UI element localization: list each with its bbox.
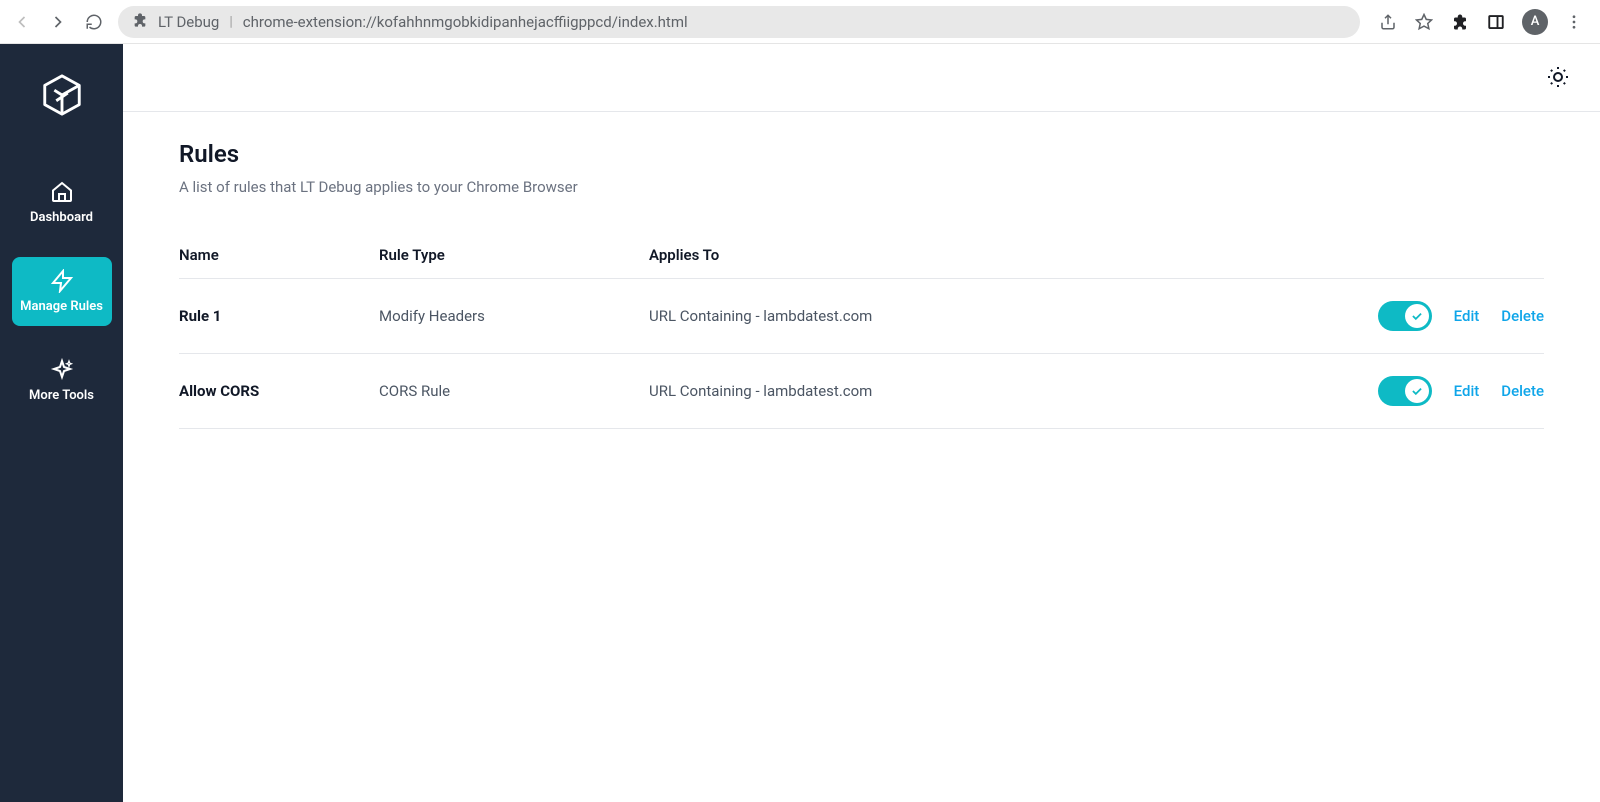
share-icon[interactable] bbox=[1378, 12, 1398, 32]
sidebar-item-more-tools[interactable]: More Tools bbox=[12, 346, 112, 415]
sidebar-item-dashboard[interactable]: Dashboard bbox=[12, 168, 112, 237]
table-row: Rule 1 Modify Headers URL Containing - l… bbox=[179, 279, 1544, 354]
sidebar-item-label: More Tools bbox=[29, 388, 94, 403]
delete-button[interactable]: Delete bbox=[1501, 382, 1544, 400]
check-icon bbox=[1405, 379, 1429, 403]
chrome-actions: A bbox=[1372, 9, 1590, 35]
sidebar-item-label: Dashboard bbox=[30, 210, 93, 225]
address-separator: | bbox=[229, 14, 232, 30]
menu-icon[interactable] bbox=[1564, 12, 1584, 32]
side-panel-icon[interactable] bbox=[1486, 12, 1506, 32]
main-area: Rules A list of rules that LT Debug appl… bbox=[123, 44, 1600, 802]
home-icon bbox=[50, 180, 74, 204]
col-name: Name bbox=[179, 246, 379, 264]
rule-applies: URL Containing - lambdatest.com bbox=[649, 382, 1334, 400]
browser-toolbar: LT Debug | chrome-extension://kofahhnmgo… bbox=[0, 0, 1600, 44]
table-row: Allow CORS CORS Rule URL Containing - la… bbox=[179, 354, 1544, 429]
avatar-initial: A bbox=[1531, 14, 1540, 29]
rule-toggle[interactable] bbox=[1378, 301, 1432, 331]
table-header: Name Rule Type Applies To bbox=[179, 246, 1544, 279]
sidebar-item-manage-rules[interactable]: Manage Rules bbox=[12, 257, 112, 326]
extensions-icon[interactable] bbox=[1450, 12, 1470, 32]
col-applies: Applies To bbox=[649, 246, 1334, 264]
rules-table: Name Rule Type Applies To Rule 1 Modify … bbox=[179, 246, 1544, 429]
edit-button[interactable]: Edit bbox=[1454, 307, 1480, 325]
rule-toggle[interactable] bbox=[1378, 376, 1432, 406]
sidebar-item-label: Manage Rules bbox=[20, 299, 103, 314]
delete-button[interactable]: Delete bbox=[1501, 307, 1544, 325]
rule-applies: URL Containing - lambdatest.com bbox=[649, 307, 1334, 325]
page-description: A list of rules that LT Debug applies to… bbox=[179, 178, 1544, 196]
edit-button[interactable]: Edit bbox=[1454, 382, 1480, 400]
reload-button[interactable] bbox=[82, 10, 106, 34]
url-text: chrome-extension://kofahhnmgobkidipanhej… bbox=[243, 13, 688, 31]
forward-button[interactable] bbox=[46, 10, 70, 34]
page-title: Rules bbox=[179, 140, 1544, 168]
bolt-icon bbox=[50, 269, 74, 293]
check-icon bbox=[1405, 304, 1429, 328]
sidebar: Dashboard Manage Rules More Tools bbox=[0, 44, 123, 802]
rule-type: Modify Headers bbox=[379, 307, 649, 325]
theme-toggle-icon[interactable] bbox=[1546, 65, 1572, 91]
address-bar[interactable]: LT Debug | chrome-extension://kofahhnmgo… bbox=[118, 6, 1360, 38]
extension-name: LT Debug bbox=[158, 13, 219, 31]
col-type: Rule Type bbox=[379, 246, 649, 264]
app-logo bbox=[39, 72, 85, 118]
top-bar bbox=[123, 44, 1600, 112]
extension-icon bbox=[132, 12, 148, 32]
rule-name: Rule 1 bbox=[179, 307, 379, 325]
sparkle-icon bbox=[50, 358, 74, 382]
back-button[interactable] bbox=[10, 10, 34, 34]
profile-avatar[interactable]: A bbox=[1522, 9, 1548, 35]
bookmark-star-icon[interactable] bbox=[1414, 12, 1434, 32]
rule-type: CORS Rule bbox=[379, 382, 649, 400]
rule-name: Allow CORS bbox=[179, 382, 379, 400]
